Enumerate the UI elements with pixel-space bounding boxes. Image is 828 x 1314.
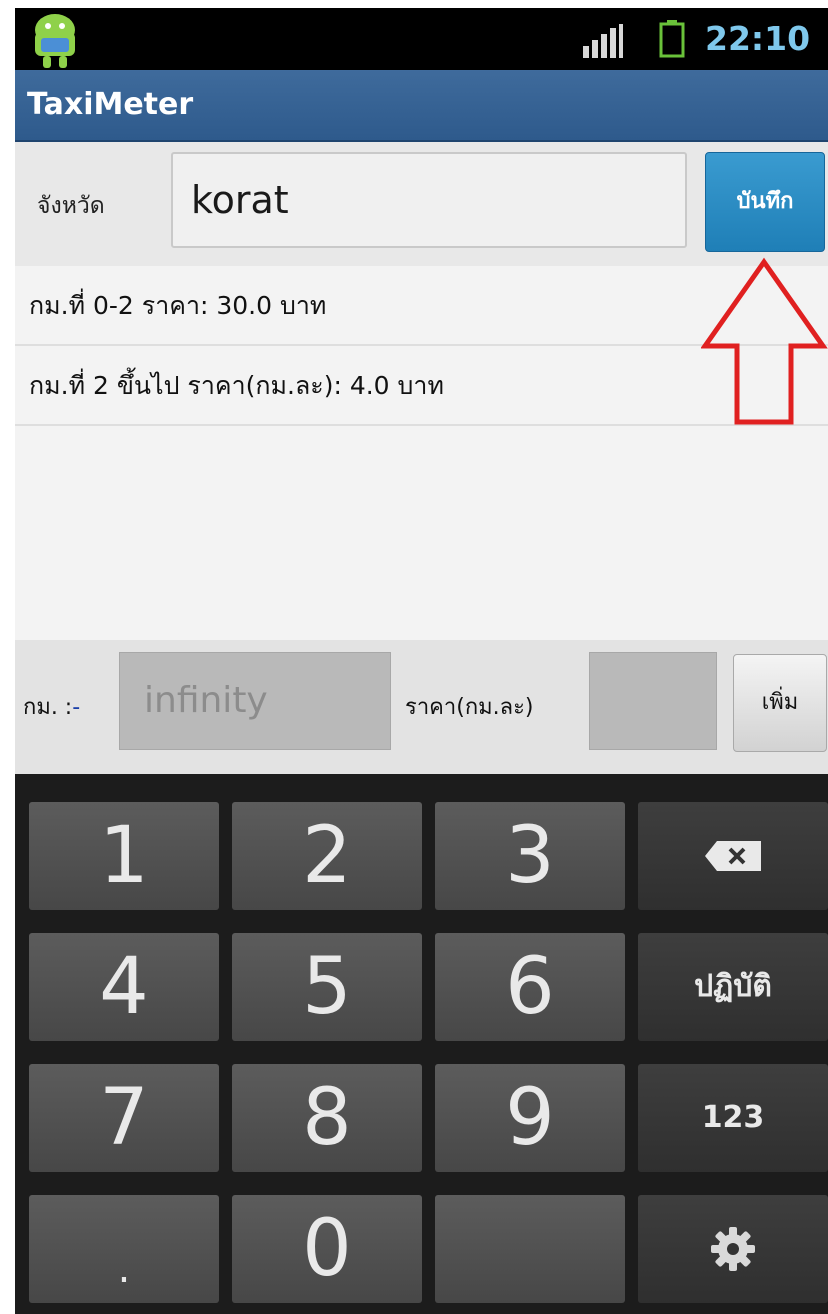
phone-screen: 22:10 TaxiMeter จังหวัด korat บันทึก กม.… bbox=[15, 8, 828, 1314]
price-label: ราคา(กม.ละ) bbox=[405, 695, 534, 720]
key-3[interactable]: 3 bbox=[435, 802, 625, 910]
key-8[interactable]: 8 bbox=[232, 1064, 422, 1172]
km-label: กม. :- bbox=[23, 688, 80, 728]
add-button[interactable]: เพิ่ม bbox=[733, 654, 827, 752]
status-clock: 22:10 bbox=[705, 19, 811, 58]
key-6[interactable]: 6 bbox=[435, 933, 625, 1041]
dot-key[interactable]: . bbox=[29, 1195, 219, 1303]
backspace-icon bbox=[705, 841, 761, 871]
province-label: จังหวัด bbox=[37, 193, 105, 219]
dot-key-label: . bbox=[117, 1246, 131, 1292]
app-title: TaxiMeter bbox=[27, 87, 194, 122]
province-row: จังหวัด korat บันทึก bbox=[15, 142, 828, 266]
action-bar: TaxiMeter bbox=[15, 70, 828, 142]
add-rate-row: กม. :- infinity ราคา(กม.ละ) เพิ่ม bbox=[15, 640, 828, 774]
numeric-keyboard: 1 2 3 4 5 6 ปฏิบัติ 7 8 9 123 . 0 bbox=[15, 774, 828, 1314]
status-bar: 22:10 bbox=[15, 8, 828, 70]
save-button[interactable]: บันทึก bbox=[705, 152, 825, 252]
key-7[interactable]: 7 bbox=[29, 1064, 219, 1172]
signal-bars-icon bbox=[583, 24, 623, 58]
done-key[interactable]: ปฏิบัติ bbox=[638, 933, 828, 1041]
km-dash: - bbox=[72, 695, 81, 720]
key-1[interactable]: 1 bbox=[29, 802, 219, 910]
key-2[interactable]: 2 bbox=[232, 802, 422, 910]
backspace-key[interactable] bbox=[638, 802, 828, 910]
province-input[interactable]: korat bbox=[171, 152, 687, 248]
price-input[interactable] bbox=[589, 652, 717, 750]
km-input[interactable]: infinity bbox=[119, 652, 391, 750]
key-0[interactable]: 0 bbox=[232, 1195, 422, 1303]
mode-123-key[interactable]: 123 bbox=[638, 1064, 828, 1172]
settings-key[interactable] bbox=[638, 1195, 828, 1303]
red-arrow-annotation bbox=[701, 257, 828, 425]
android-icon bbox=[35, 14, 75, 68]
key-9[interactable]: 9 bbox=[435, 1064, 625, 1172]
blank-key[interactable] bbox=[435, 1195, 625, 1303]
km-label-text: กม. : bbox=[23, 695, 73, 720]
settings-gear-icon bbox=[711, 1227, 755, 1271]
key-4[interactable]: 4 bbox=[29, 933, 219, 1041]
battery-icon bbox=[659, 20, 685, 58]
key-5[interactable]: 5 bbox=[232, 933, 422, 1041]
